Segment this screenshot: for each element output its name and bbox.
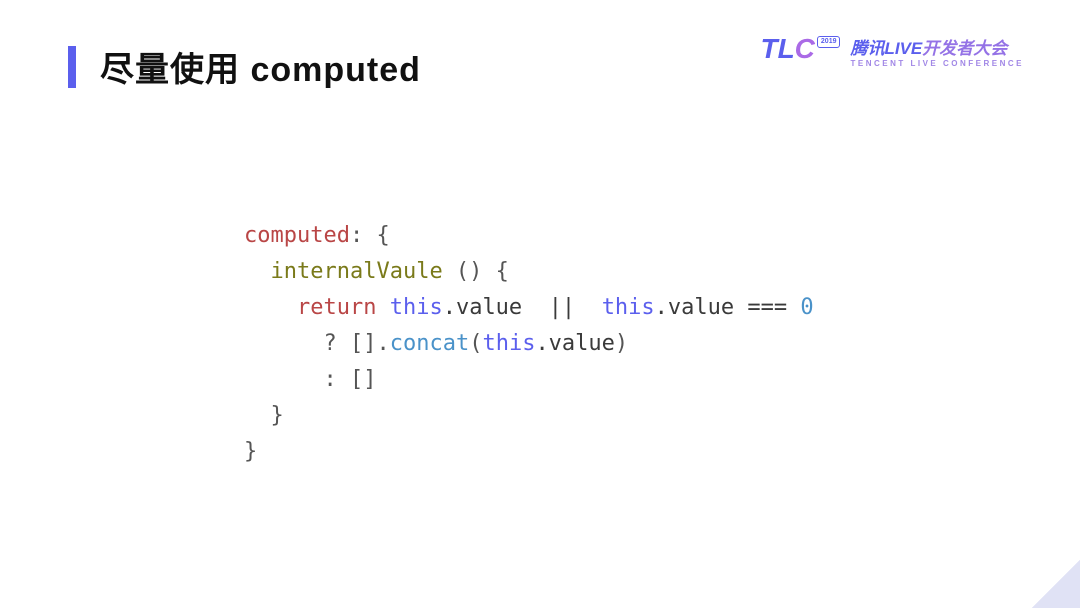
code-this: this <box>390 295 443 320</box>
title-accent-bar <box>68 46 76 88</box>
slide-title: 尽量使用 computed <box>100 42 421 91</box>
page-corner-fold-icon <box>1032 560 1080 608</box>
code-snippet: computed: { internalVaule () { return th… <box>244 218 814 470</box>
logo-letter-c: C <box>795 33 815 64</box>
conference-name-cn: 腾讯LIVE开发者大会 <box>850 34 1024 59</box>
logo-tlc: TLC2019 <box>760 36 840 62</box>
conference-name-en: TENCENT LIVE CONFERENCE <box>850 59 1024 68</box>
conference-logo: TLC2019 腾讯LIVE开发者大会 TENCENT LIVE CONFERE… <box>760 36 1024 68</box>
logo-letter-t: T <box>760 33 777 64</box>
logo-letter-l: L <box>778 33 795 64</box>
code-property: computed <box>244 223 350 248</box>
code-function-name: internalVaule <box>271 259 443 284</box>
code-literal-zero: 0 <box>800 295 813 320</box>
logo-year-badge: 2019 <box>817 36 841 48</box>
code-keyword-return: return <box>297 295 376 320</box>
code-method-concat: concat <box>390 331 469 356</box>
